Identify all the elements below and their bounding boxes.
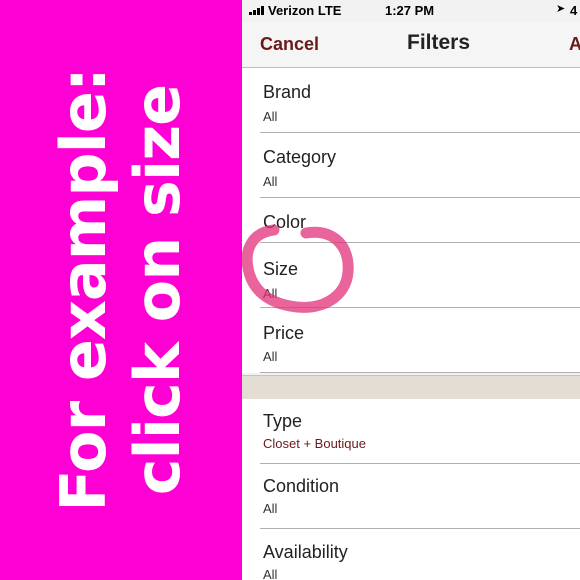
instruction-line-1: For example:	[47, 68, 120, 512]
filter-label: Brand	[263, 82, 312, 102]
status-bar: Verizon LTE 1:27 PM ➤ 4	[242, 0, 580, 22]
filter-label: Availability	[263, 542, 348, 562]
filter-list-primary: Brand All Category All Color Size All Pr…	[242, 68, 580, 373]
nav-bar: Cancel Filters A	[242, 22, 580, 68]
instruction-text: For example: click on size	[47, 0, 195, 580]
filter-row-price[interactable]: Price All	[242, 308, 580, 373]
filter-row-category[interactable]: Category All	[242, 133, 580, 198]
filter-value: All	[263, 286, 278, 301]
filter-label: Condition	[263, 476, 340, 496]
carrier-label: Verizon LTE	[268, 3, 342, 18]
filter-value: All	[263, 349, 278, 364]
filter-label: Type	[263, 411, 303, 431]
location-arrow-icon: ➤	[556, 3, 566, 15]
filter-value: All	[263, 501, 278, 516]
filter-label: Size	[263, 259, 299, 279]
instruction-banner: For example: click on size	[0, 0, 242, 580]
clock-time: 1:27 PM	[385, 3, 435, 18]
filter-row-color[interactable]: Color	[242, 198, 580, 243]
signal-strength-icon	[249, 6, 264, 15]
filter-row-size[interactable]: Size All	[242, 243, 580, 308]
filter-label: Color	[263, 212, 307, 232]
section-divider	[242, 375, 580, 400]
filter-label: Category	[263, 147, 337, 167]
phone-screen: Verizon LTE 1:27 PM ➤ 4 Cancel Filters A…	[242, 0, 580, 580]
filter-value: Closet + Boutique	[263, 436, 366, 451]
apply-button[interactable]: A	[569, 34, 580, 55]
filter-value: All	[263, 109, 278, 124]
filter-row-availability[interactable]: Availability All	[242, 529, 580, 580]
instruction-line-2: click on size	[121, 84, 194, 496]
filter-list-secondary: Type Closet + Boutique Condition All Ava…	[242, 399, 580, 580]
filter-label: Price	[263, 323, 305, 343]
battery-text: 4	[570, 3, 578, 18]
filter-value: All	[263, 567, 278, 580]
filter-row-condition[interactable]: Condition All	[242, 464, 580, 529]
page-title: Filters	[407, 31, 471, 54]
filter-row-brand[interactable]: Brand All	[242, 68, 580, 133]
cancel-button[interactable]: Cancel	[260, 34, 319, 55]
filter-row-type[interactable]: Type Closet + Boutique	[242, 399, 580, 464]
filter-value: All	[263, 174, 278, 189]
